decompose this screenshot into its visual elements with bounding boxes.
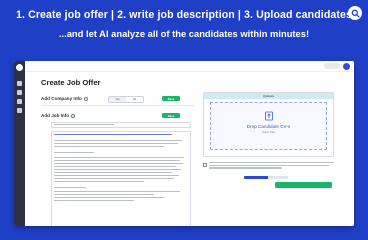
save-company-button[interactable]: Save: [162, 96, 180, 101]
upload-panel-header: Uploads: [204, 93, 333, 99]
consent-row: [203, 162, 334, 170]
job-info-row: Add Job Info: [41, 113, 76, 118]
toggle-yes[interactable]: Yes: [109, 97, 126, 102]
select-files-link[interactable]: Select Files: [211, 131, 326, 134]
page-title: Create Job Offer: [41, 78, 101, 87]
subline: ...and let AI analyze all of the candida…: [58, 28, 310, 39]
sidebar: [14, 61, 25, 226]
consent-text: [209, 162, 334, 170]
sidebar-item-candidates[interactable]: [17, 99, 22, 104]
upload-panel: Uploads Drop Candidate CV-s Select Files: [203, 92, 334, 157]
analyze-candidates-button[interactable]: [275, 182, 332, 188]
headline: 1. Create job offer | 2. write job descr…: [15, 9, 352, 21]
app-logo: [16, 64, 23, 71]
upload-icon: [264, 111, 273, 121]
company-info-label: Add Company Info: [41, 96, 82, 101]
upload-progress-bar: [244, 176, 288, 179]
sidebar-item-settings[interactable]: [17, 108, 22, 113]
company-info-row: Add Company Info: [41, 96, 88, 101]
upload-progress-fill: [244, 176, 269, 179]
company-toggle[interactable]: Yes No: [108, 96, 144, 103]
avatar[interactable]: [343, 63, 350, 70]
save-job-button[interactable]: Save: [162, 113, 180, 118]
toggle-no[interactable]: No: [126, 97, 143, 102]
info-icon: [83, 96, 88, 101]
drop-cv-text: Drop Candidate CV-s: [246, 124, 291, 129]
job-info-label: Add Job Info: [41, 113, 70, 118]
divider: [41, 105, 195, 106]
search-icon[interactable]: [348, 6, 362, 20]
topbar-menu[interactable]: [324, 63, 340, 69]
cv-drop-zone[interactable]: Drop Candidate CV-s Select Files: [210, 102, 327, 150]
info-icon: [71, 113, 76, 118]
sidebar-item-dashboard[interactable]: [17, 81, 22, 86]
app-window: Create Job Offer Add Company Info Yes No…: [14, 61, 354, 226]
sidebar-item-jobs[interactable]: [17, 90, 22, 95]
topbar: [25, 61, 354, 72]
consent-checkbox[interactable]: [203, 162, 207, 167]
